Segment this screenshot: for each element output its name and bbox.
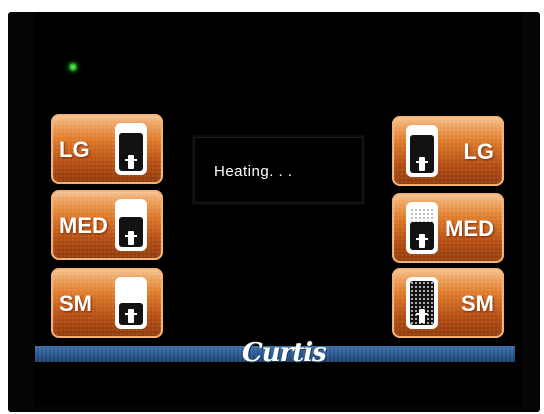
left-lg-button[interactable]: LG	[51, 114, 163, 184]
cup-icon	[115, 199, 147, 251]
cup-icon	[406, 277, 438, 329]
status-panel: Heating. . .	[194, 137, 363, 203]
button-label: MED	[59, 213, 108, 238]
right-lg-button[interactable]: LG	[392, 116, 504, 186]
right-sm-button[interactable]: SM	[392, 268, 504, 338]
button-label: LG	[59, 137, 90, 162]
right-med-button[interactable]: MED	[392, 193, 504, 263]
cup-icon	[406, 125, 438, 177]
cup-icon	[406, 202, 438, 254]
left-med-button[interactable]: MED	[51, 190, 163, 260]
status-led-icon	[69, 63, 77, 71]
button-label: SM	[59, 291, 92, 316]
cup-icon	[115, 277, 147, 329]
button-label: LG	[463, 139, 494, 164]
status-message: Heating. . .	[214, 163, 293, 180]
cup-icon	[115, 123, 147, 175]
button-label: SM	[461, 291, 494, 316]
button-label: MED	[445, 216, 494, 241]
left-sm-button[interactable]: SM	[51, 268, 163, 338]
brand-logo: Curtis	[242, 338, 327, 368]
